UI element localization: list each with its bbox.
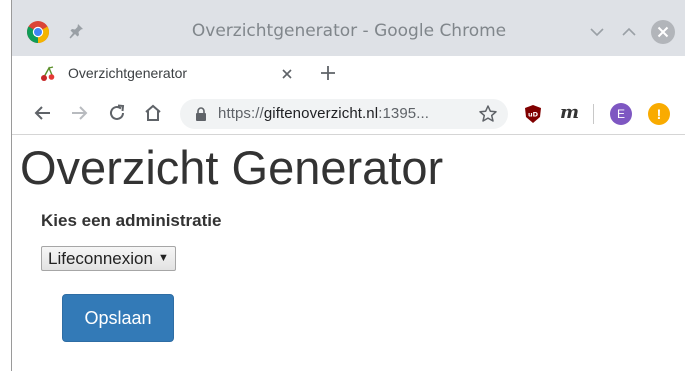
tab-overzichtgenerator[interactable]: Overzichtgenerator: [26, 56, 304, 92]
close-window-icon[interactable]: [650, 19, 676, 45]
page-content: Overzicht Generator Kies een administrat…: [12, 136, 685, 371]
url-scheme: https://: [218, 105, 264, 122]
chevron-down-icon[interactable]: [584, 19, 610, 45]
title-bar: Overzichtgenerator - Google Chrome Overz…: [12, 0, 685, 92]
page-title: Overzicht Generator: [20, 141, 444, 194]
administratie-select[interactable]: Lifeconnexion ▼: [41, 246, 176, 271]
cherry-favicon-icon: [41, 66, 55, 81]
lock-icon[interactable]: [194, 106, 208, 122]
m-extension-icon[interactable]: m: [560, 102, 579, 123]
tab-label: Overzichtgenerator: [68, 65, 188, 81]
toolbar-divider: [593, 104, 594, 124]
select-arrow-icon: ▼: [158, 252, 169, 264]
bookmark-star-icon[interactable]: [478, 104, 498, 124]
url-port: :1395...: [378, 105, 430, 122]
home-icon[interactable]: [142, 102, 164, 124]
forward-arrow-icon[interactable]: [68, 102, 90, 124]
administratie-label: Kies een administratie: [41, 211, 222, 230]
ublock-label: uD: [528, 111, 539, 119]
url-text[interactable]: https://giftenoverzicht.nl:1395...: [218, 105, 429, 122]
ublock-shield-icon[interactable]: uD: [524, 104, 542, 124]
chevron-up-icon[interactable]: [616, 19, 642, 45]
save-button[interactable]: Opslaan: [62, 294, 174, 342]
new-tab-icon[interactable]: [318, 63, 338, 83]
profile-avatar[interactable]: E: [610, 103, 632, 125]
update-alert-icon[interactable]: !: [648, 103, 670, 125]
browser-toolbar: https://giftenoverzicht.nl:1395... uD m …: [12, 92, 685, 135]
select-value: Lifeconnexion: [48, 249, 153, 268]
close-tab-icon[interactable]: [278, 65, 296, 83]
browser-window: Overzichtgenerator - Google Chrome Overz…: [11, 0, 685, 371]
address-bar[interactable]: https://giftenoverzicht.nl:1395...: [180, 99, 508, 129]
reload-icon[interactable]: [106, 102, 128, 124]
url-host: giftenoverzicht.nl: [263, 105, 379, 122]
back-arrow-icon[interactable]: [32, 102, 54, 124]
